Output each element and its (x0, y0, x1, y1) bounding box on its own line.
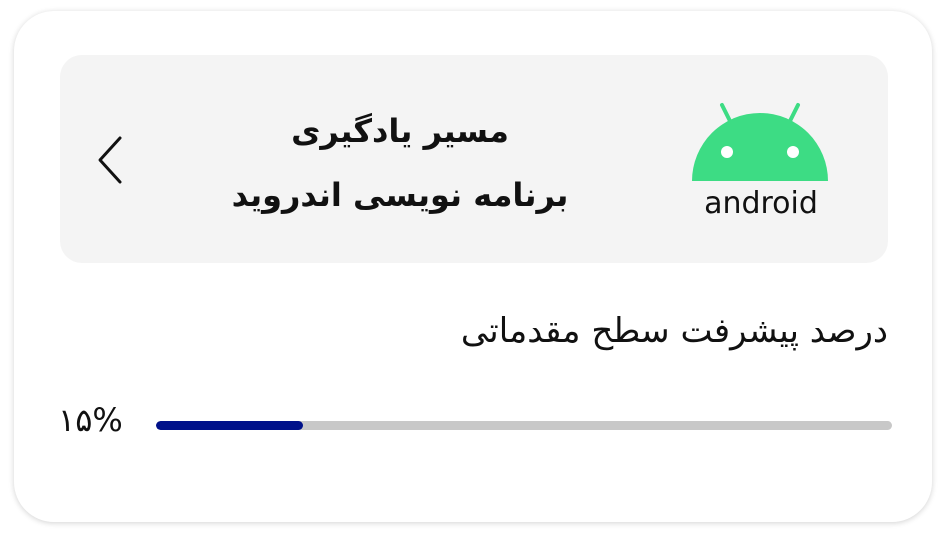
android-logo-icon: android (692, 103, 828, 221)
progress-percent: ۱۵% (58, 401, 123, 439)
progress-heading: درصد پیشرفت سطح مقدماتی (460, 311, 888, 351)
progress-bar (156, 421, 892, 430)
course-title-line1: مسیر یادگیری (291, 112, 509, 150)
course-title-line2: برنامه نویسی اندروید (231, 176, 569, 214)
chevron-left-icon[interactable] (96, 135, 124, 185)
android-logo-text: android (704, 186, 818, 221)
course-banner[interactable]: مسیر یادگیری برنامه نویسی اندروید androi… (60, 55, 888, 263)
learning-path-card[interactable]: مسیر یادگیری برنامه نویسی اندروید androi… (14, 11, 932, 522)
progress-fill (156, 421, 304, 430)
course-title: مسیر یادگیری برنامه نویسی اندروید (190, 99, 610, 227)
